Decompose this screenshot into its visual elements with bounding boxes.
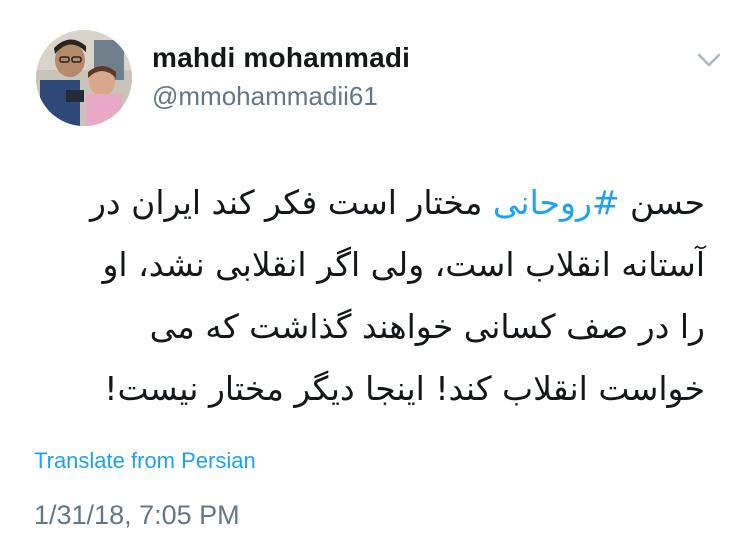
chevron-down-icon[interactable] (695, 50, 723, 70)
avatar-photo (36, 30, 132, 126)
tweet-text-segment: مختار است فکر کند ایران در (89, 183, 493, 222)
user-handle[interactable]: @mmohammadii61 (152, 81, 378, 112)
tweet-text: حسن #روحانی مختار است فکر کند ایران در آ… (25, 172, 705, 420)
tweet-timestamp[interactable]: 1/31/18, 7:05 PM (34, 500, 240, 531)
tweet-text-line: خواست انقلاب کند! اینجا دیگر مختار نیست! (104, 369, 705, 408)
avatar[interactable] (36, 30, 132, 126)
tweet-card: mahdi mohammadi @mmohammadii61 حسن #روحا… (0, 0, 749, 552)
tweet-text-line: حسن #روحانی مختار است فکر کند ایران در (25, 172, 705, 234)
tweet-text-line: را در صف کسانی خواهند گذاشت که می (149, 307, 705, 346)
translate-link[interactable]: Translate from Persian (34, 448, 256, 474)
display-name[interactable]: mahdi mohammadi (152, 42, 410, 74)
tweet-text-segment: حسن (619, 183, 705, 222)
hashtag-link[interactable]: #روحانی (493, 183, 620, 222)
tweet-text-line: آستانه انقلاب است، ولی اگر انقلابی نشد، … (102, 245, 705, 284)
